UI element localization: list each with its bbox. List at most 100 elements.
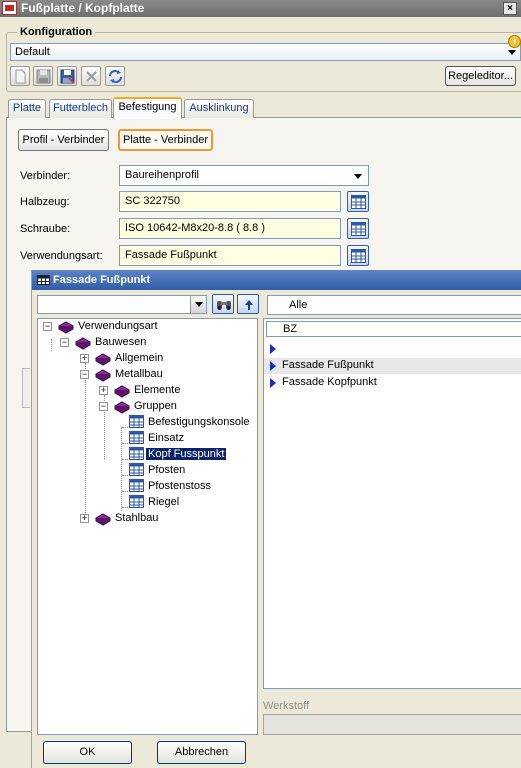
- book-icon: [58, 321, 74, 334]
- window-title: Fußplatte / Kopfplatte: [21, 1, 145, 15]
- table-icon: [129, 463, 144, 476]
- tree-node-label: Riegel: [148, 496, 180, 508]
- dialog-title: Fassade Fußpunkt: [53, 274, 151, 286]
- save-as-button[interactable]: [57, 66, 77, 86]
- book-icon: [95, 369, 111, 382]
- window-titlebar: Fußplatte / Kopfplatte ×: [0, 0, 521, 17]
- halbzeug-table-button[interactable]: [347, 191, 369, 212]
- table-icon: [37, 275, 50, 285]
- chevron-down-icon: [508, 50, 516, 55]
- arrow-up-icon: [245, 300, 253, 310]
- verbinder-label: Verbinder:: [20, 170, 71, 182]
- chevron-down-icon: [354, 174, 362, 179]
- result-list: BZ Fassade Fußpunkt Fassade Kopfpunkt: [263, 318, 521, 689]
- tree-connector: [122, 507, 128, 508]
- refresh-button[interactable]: [105, 66, 125, 86]
- tree-connector: [51, 339, 52, 351]
- delete-button[interactable]: [81, 66, 101, 86]
- konfiguration-legend: Konfiguration: [17, 26, 96, 38]
- tree-node-label: Gruppen: [134, 400, 177, 412]
- search-button[interactable]: [212, 294, 234, 314]
- close-window-button[interactable]: ×: [503, 2, 517, 15]
- save-button[interactable]: [33, 66, 53, 86]
- expand-icon[interactable]: +: [80, 514, 89, 523]
- verbinder-value: Baureihenprofil: [125, 169, 199, 181]
- row-arrow-icon: [270, 344, 276, 354]
- parent-level-button[interactable]: [237, 294, 259, 314]
- schraube-field[interactable]: ISO 10642-M8x20-8.8 ( 8.8 ): [119, 218, 341, 239]
- tab-befestigung[interactable]: Befestigung: [113, 97, 182, 119]
- filter-select[interactable]: [37, 295, 207, 314]
- werkstoff-field: [263, 714, 521, 735]
- refresh-icon: [109, 70, 122, 83]
- verwendungsart-field[interactable]: Fassade Fußpunkt: [119, 245, 341, 266]
- table-icon: [129, 415, 144, 428]
- halbzeug-label: Halbzeug:: [20, 196, 70, 208]
- tree-connector: [122, 459, 128, 460]
- verbinder-select[interactable]: Baureihenprofil: [119, 165, 369, 186]
- collapse-icon[interactable]: −: [80, 370, 89, 379]
- profil-verbinder-button[interactable]: Profil - Verbinder: [18, 129, 109, 151]
- tree-node-label: Allgemein: [115, 352, 164, 364]
- list-item[interactable]: Fassade Fußpunkt: [264, 358, 521, 374]
- save-as-icon: [60, 69, 75, 84]
- table-icon: [351, 249, 366, 263]
- new-document-icon: [15, 69, 26, 84]
- tree-connector: [85, 363, 86, 519]
- collapse-icon[interactable]: −: [43, 322, 52, 331]
- row-arrow-icon: [270, 378, 276, 388]
- tree-node-label: Elemente: [134, 384, 181, 396]
- konfiguration-select[interactable]: Default: [10, 43, 521, 61]
- ok-button[interactable]: OK: [43, 741, 132, 764]
- halbzeug-field[interactable]: SC 322750: [119, 191, 341, 212]
- tree-connector: [122, 427, 128, 428]
- search-field[interactable]: Alle: [267, 295, 521, 315]
- collapse-icon[interactable]: −: [60, 338, 69, 347]
- book-icon: [114, 385, 130, 398]
- delete-icon: [86, 71, 97, 82]
- table-icon: [129, 479, 144, 492]
- dialog-titlebar: Fassade Fußpunkt: [32, 270, 521, 290]
- collapse-icon[interactable]: −: [99, 402, 108, 411]
- verwendungsart-label: Verwendungsart:: [20, 250, 103, 262]
- tab-platte[interactable]: Platte: [8, 99, 46, 118]
- tree-connector: [122, 443, 128, 444]
- book-icon: [114, 401, 130, 414]
- new-button[interactable]: [10, 66, 30, 86]
- list-item[interactable]: [264, 341, 521, 357]
- table-icon: [351, 222, 366, 236]
- tree-node-label: Metallbau: [115, 368, 163, 380]
- schraube-label: Schraube:: [20, 223, 71, 235]
- binoculars-icon: [217, 301, 231, 310]
- tree-node-label: Pfostenstoss: [148, 480, 211, 492]
- column-header-bz[interactable]: BZ: [266, 321, 521, 337]
- tree-node-label: Einsatz: [148, 432, 185, 444]
- expand-icon[interactable]: +: [99, 386, 108, 395]
- chevron-down-icon[interactable]: [190, 296, 206, 313]
- tree-node-label: Verwendungsart: [78, 320, 158, 332]
- verwendungsart-table-button[interactable]: [347, 245, 369, 266]
- tree-node-label: Bauwesen: [95, 336, 147, 348]
- table-icon: [129, 431, 144, 444]
- tree-connector: [121, 427, 122, 511]
- table-icon: [351, 195, 366, 209]
- save-icon: [36, 69, 51, 84]
- abbrechen-button[interactable]: Abbrechen: [157, 741, 246, 764]
- tree-node-label: Stahlbau: [115, 512, 159, 524]
- tab-futterblech[interactable]: Futterblech: [49, 99, 112, 118]
- tab-ausklinkung[interactable]: Ausklinkung: [184, 99, 254, 118]
- app-icon: [2, 1, 17, 15]
- schraube-table-button[interactable]: [347, 218, 369, 239]
- category-tree: − Verwendungsart − Bauwesen + Allgemein …: [37, 318, 258, 735]
- info-icon[interactable]: i: [508, 35, 521, 48]
- tree-connector: [122, 491, 128, 492]
- expand-icon[interactable]: +: [80, 354, 89, 363]
- platte-verbinder-button[interactable]: Platte - Verbinder: [118, 129, 213, 151]
- regeleditor-button[interactable]: Regeleditor...: [445, 66, 516, 86]
- list-item[interactable]: Fassade Kopfpunkt: [264, 375, 521, 391]
- list-item-label: Fassade Kopfpunkt: [282, 376, 377, 388]
- konfiguration-value: Default: [15, 46, 50, 58]
- book-icon: [95, 353, 111, 366]
- tree-node-label: Kopf Fusspunkt: [144, 447, 228, 461]
- book-icon: [95, 513, 111, 526]
